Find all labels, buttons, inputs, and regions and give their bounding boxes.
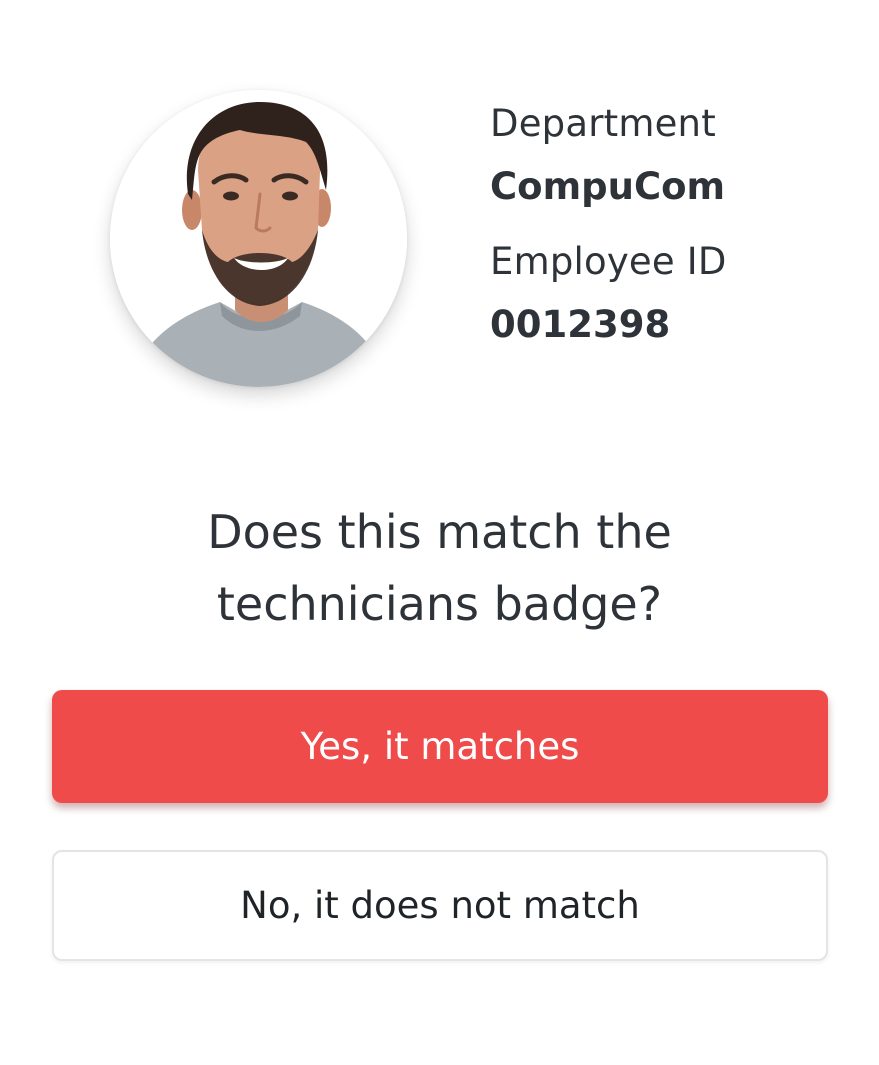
department-value: CompuCom bbox=[490, 165, 726, 208]
employee-id-value: 0012398 bbox=[490, 303, 671, 346]
employee-id-label: Employee ID bbox=[490, 240, 727, 283]
technician-avatar bbox=[110, 90, 407, 387]
question-line-2: technicians badge? bbox=[216, 577, 663, 631]
employee-details: Department CompuCom Employee ID 0012398 bbox=[490, 100, 850, 349]
confirm-match-button[interactable]: Yes, it matches bbox=[52, 690, 828, 803]
portrait-image bbox=[110, 90, 407, 387]
department-label: Department bbox=[490, 102, 716, 145]
question-line-1: Does this match the bbox=[207, 505, 672, 559]
reject-match-label: No, it does not match bbox=[240, 884, 640, 927]
verification-question: Does this match the technicians badge? bbox=[0, 496, 879, 640]
confirm-match-label: Yes, it matches bbox=[300, 725, 580, 768]
reject-match-button[interactable]: No, it does not match bbox=[52, 850, 828, 961]
